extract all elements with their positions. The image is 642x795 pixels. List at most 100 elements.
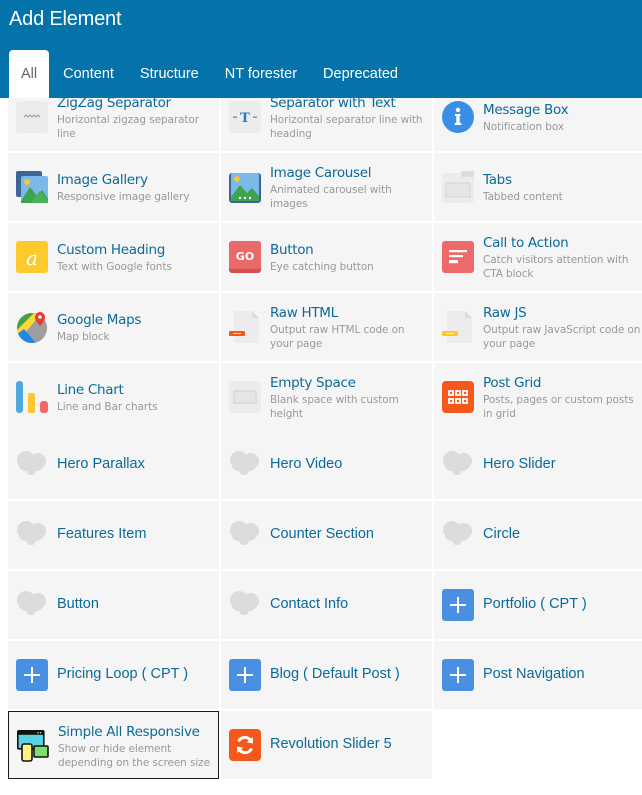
element-item-circle[interactable]: Circle: [434, 501, 642, 569]
element-item-call-to-action[interactable]: Call to Action Catch visitors attention w…: [434, 223, 642, 291]
tab-deprecated[interactable]: Deprecated: [311, 50, 410, 98]
svg-text:GO: GO: [236, 250, 254, 263]
element-item-post-grid[interactable]: Post Grid Posts, pages or custom posts in…: [434, 363, 642, 431]
cloud-icon: [16, 519, 48, 551]
element-item-line-chart[interactable]: Line Chart Line and Bar charts: [8, 363, 219, 431]
tab-all[interactable]: All: [9, 50, 50, 98]
element-item-button[interactable]: GO Button Eye catching button: [221, 223, 432, 291]
element-item-portfolio-cpt[interactable]: Portfolio ( CPT ): [434, 571, 642, 639]
element-item-hero-slider[interactable]: Hero Slider: [434, 431, 642, 499]
raw-html-icon: [229, 311, 261, 343]
text-separator-icon: T: [229, 101, 261, 133]
element-item-features-item[interactable]: Features Item: [8, 501, 219, 569]
element-description: Notification box: [483, 121, 564, 133]
cloud-icon: [16, 449, 48, 481]
element-item-empty-space[interactable]: Empty Space Blank space with custom heigh…: [221, 363, 432, 431]
element-item-post-navigation[interactable]: Post Navigation: [434, 641, 642, 709]
post-grid-icon: [442, 381, 474, 413]
image-gallery-icon: [16, 171, 48, 203]
tab-structure[interactable]: Structure: [128, 50, 211, 98]
tab-nt-forester[interactable]: NT forester: [213, 50, 309, 98]
element-description: Horizontal zigzag separator line: [57, 114, 199, 140]
cloud-icon: [442, 519, 474, 551]
element-item-raw-html[interactable]: Raw HTML Output raw HTML code on your pag…: [221, 293, 432, 361]
revolution-slider-icon: [229, 729, 261, 761]
element-item-custom-heading[interactable]: a Custom Heading Text with Google fonts: [8, 223, 219, 291]
element-description: Output raw JavaScript code on your page: [483, 324, 641, 350]
modal-header: Add Element All Content Structure NT for…: [0, 0, 642, 98]
element-name: Post Navigation: [483, 666, 585, 682]
plus-icon: [16, 659, 48, 691]
element-name: Counter Section: [270, 526, 374, 542]
image-carousel-icon: [229, 171, 261, 203]
category-tabs: All Content Structure NT forester Deprec…: [9, 50, 412, 98]
element-item-revolution-slider-5[interactable]: Revolution Slider 5: [221, 711, 432, 779]
element-name: Message Box: [483, 102, 569, 118]
cloud-icon: [16, 589, 48, 621]
svg-text:T: T: [240, 111, 250, 126]
responsive-devices-icon: [17, 730, 49, 762]
plus-icon: [229, 659, 261, 691]
element-name: Empty Space: [270, 375, 356, 391]
element-name: Button: [57, 596, 99, 612]
element-item-image-gallery[interactable]: Image Gallery Responsive image gallery: [8, 153, 219, 221]
element-description: Map block: [57, 331, 110, 343]
element-name: Post Grid: [483, 375, 542, 391]
element-item-pricing-loop-cpt[interactable]: Pricing Loop ( CPT ): [8, 641, 219, 709]
tab-content[interactable]: Content: [51, 50, 126, 98]
element-item-simple-all-responsive[interactable]: Simple All Responsive Show or hide elemen…: [8, 711, 219, 779]
element-item-google-maps[interactable]: Google Maps Map block: [8, 293, 219, 361]
element-description: Blank space with custom height: [270, 394, 399, 420]
cloud-icon: [229, 449, 261, 481]
call-to-action-icon: [442, 241, 474, 273]
raw-js-icon: [442, 311, 474, 343]
bar-chart-icon: [16, 381, 48, 413]
element-description: Output raw HTML code on your page: [270, 324, 405, 350]
element-name: Blog ( Default Post ): [270, 666, 400, 682]
element-description: Eye catching button: [270, 261, 374, 273]
element-item-tabs[interactable]: Tabs Tabbed content: [434, 153, 642, 221]
element-name: Contact Info: [270, 596, 349, 612]
element-item-raw-js[interactable]: Raw JS Output raw JavaScript code on your…: [434, 293, 642, 361]
element-name: Button: [270, 242, 314, 258]
element-description: Tabbed content: [483, 191, 563, 203]
zigzag-icon: [16, 101, 48, 133]
element-name: Line Chart: [57, 382, 124, 398]
element-name: Features Item: [57, 526, 147, 542]
element-item-image-carousel[interactable]: Image Carousel Animated carousel with ima…: [221, 153, 432, 221]
element-description: Text with Google fonts: [57, 261, 172, 273]
info-icon: [442, 101, 474, 133]
element-description: Line and Bar charts: [57, 401, 158, 413]
element-name: Hero Video: [270, 456, 343, 472]
element-item-button[interactable]: Button: [8, 571, 219, 639]
element-description: Catch visitors attention with CTA block: [483, 254, 629, 280]
element-name: Hero Slider: [483, 456, 556, 472]
element-name: Pricing Loop ( CPT ): [57, 666, 189, 682]
cloud-icon: [229, 519, 261, 551]
element-name: Portfolio ( CPT ): [483, 596, 587, 612]
element-item-contact-info[interactable]: Contact Info: [221, 571, 432, 639]
tabs-icon: [442, 171, 474, 203]
modal-title: Add Element: [9, 8, 122, 30]
element-name: Call to Action: [483, 235, 569, 251]
svg-text:a: a: [26, 246, 38, 270]
element-name: Revolution Slider 5: [270, 736, 392, 752]
element-description: Responsive image gallery: [57, 191, 190, 203]
element-item-hero-parallax[interactable]: Hero Parallax: [8, 431, 219, 499]
element-item-counter-section[interactable]: Counter Section: [221, 501, 432, 569]
element-name: Google Maps: [57, 312, 142, 328]
element-description: Show or hide element depending on the sc…: [58, 743, 210, 769]
element-item-hero-video[interactable]: Hero Video: [221, 431, 432, 499]
plus-icon: [442, 659, 474, 691]
element-name: Simple All Responsive: [58, 724, 200, 740]
element-name: Image Gallery: [57, 172, 148, 188]
element-description: Horizontal separator line with heading: [270, 114, 423, 140]
cloud-icon: [442, 449, 474, 481]
element-grid: ZigZag Separator Horizontal zigzag separa…: [0, 0, 642, 795]
element-name: Tabs: [483, 172, 512, 188]
element-name: Circle: [483, 526, 521, 542]
plus-icon: [442, 589, 474, 621]
element-item-blog-default-post[interactable]: Blog ( Default Post ): [221, 641, 432, 709]
element-name: Custom Heading: [57, 242, 165, 258]
custom-heading-icon: a: [16, 241, 48, 273]
